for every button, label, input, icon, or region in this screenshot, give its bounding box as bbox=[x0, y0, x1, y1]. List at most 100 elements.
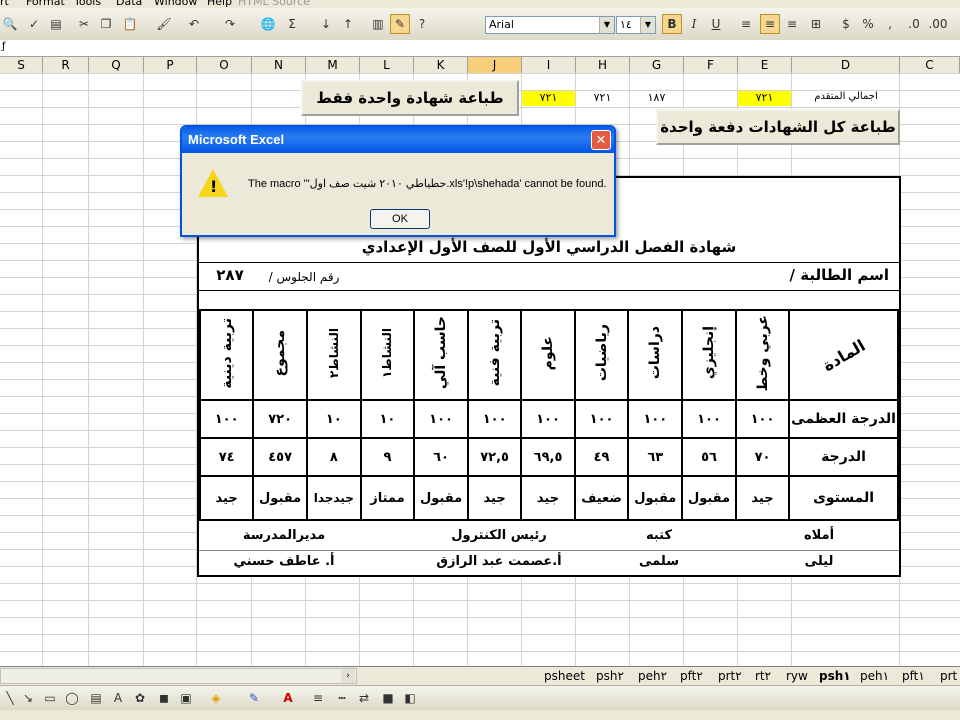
column-header[interactable]: C bbox=[900, 57, 960, 73]
sheet-tab[interactable]: pft١ bbox=[902, 669, 925, 683]
decrease-decimal-icon[interactable]: .00 bbox=[928, 14, 948, 34]
column-header[interactable]: H bbox=[576, 57, 630, 73]
underline-button[interactable]: U bbox=[706, 14, 726, 34]
format-painter-icon[interactable]: 🖌 bbox=[154, 14, 174, 34]
sort-ascending-icon[interactable]: ↓ bbox=[316, 14, 336, 34]
column-header[interactable]: K bbox=[414, 57, 468, 73]
diagram-icon[interactable]: ✿ bbox=[130, 688, 150, 708]
align-right-icon[interactable]: ≡ bbox=[782, 14, 802, 34]
ok-button[interactable]: OK bbox=[370, 209, 430, 229]
print-all-button[interactable]: طباعة كل الشهادات دفعة واحدة bbox=[656, 109, 900, 145]
sheet-tab[interactable]: psheet bbox=[544, 669, 585, 683]
oval-icon[interactable]: ◯ bbox=[62, 688, 82, 708]
menu-item-tools[interactable]: Tools bbox=[74, 0, 101, 8]
rectangle-icon[interactable]: ▭ bbox=[40, 688, 60, 708]
formula-bar[interactable]: ƒ bbox=[0, 40, 960, 57]
chevron-down-icon[interactable]: ▼ bbox=[599, 17, 614, 33]
menu-item-help[interactable]: Help bbox=[207, 0, 232, 8]
shadow-icon[interactable]: ■ bbox=[378, 688, 398, 708]
column-header[interactable]: S bbox=[0, 57, 43, 73]
help-icon[interactable]: ? bbox=[412, 14, 432, 34]
arrow-icon[interactable]: ↘ bbox=[18, 688, 38, 708]
column-header[interactable]: R bbox=[43, 57, 89, 73]
scroll-right-icon[interactable]: › bbox=[341, 669, 355, 683]
redo-icon[interactable]: ↷ bbox=[220, 14, 240, 34]
cell-value[interactable]: ٧٢١ bbox=[576, 91, 629, 104]
font-color-icon[interactable]: A bbox=[278, 688, 298, 708]
sheet-tab[interactable]: psh٢ bbox=[596, 669, 624, 683]
drawing-icon[interactable]: ✎ bbox=[390, 14, 410, 34]
copy-icon[interactable]: ❐ bbox=[96, 14, 116, 34]
picture-icon[interactable]: ▣ bbox=[176, 688, 196, 708]
dash-style-icon[interactable]: ┅ bbox=[332, 688, 352, 708]
sheet-tab[interactable]: peh٢ bbox=[638, 669, 667, 683]
bold-button[interactable]: B bbox=[662, 14, 682, 34]
cut-icon[interactable]: ✂ bbox=[74, 14, 94, 34]
menu-item-insert[interactable]: rt bbox=[0, 0, 9, 8]
column-header[interactable]: G bbox=[630, 57, 684, 73]
column-header[interactable]: M bbox=[306, 57, 360, 73]
wordart-icon[interactable]: A bbox=[108, 688, 128, 708]
sheet-tab[interactable]: ryw bbox=[786, 669, 808, 683]
column-header[interactable]: I bbox=[522, 57, 576, 73]
arrow-style-icon[interactable]: ⇄ bbox=[354, 688, 374, 708]
autosum-icon[interactable]: Σ bbox=[282, 14, 302, 34]
cell-value[interactable]: ١٨٧ bbox=[630, 91, 683, 104]
sheet-tab[interactable]: prt bbox=[940, 669, 957, 683]
column-header[interactable]: L bbox=[360, 57, 414, 73]
column-header[interactable]: N bbox=[252, 57, 306, 73]
sheet-tab[interactable]: pft٢ bbox=[680, 669, 703, 683]
sheet-tab[interactable]: rt٢ bbox=[755, 669, 771, 683]
marks-table: تربية دينية مجموع النشاط٢ النشاط١ حاسب آ… bbox=[198, 309, 899, 521]
font-name-select[interactable]: Arial ▼ bbox=[485, 16, 615, 34]
comma-button[interactable]: , bbox=[880, 14, 900, 34]
paste-icon[interactable]: 📋 bbox=[120, 14, 140, 34]
sheet-tab-active[interactable]: psh١ bbox=[819, 669, 851, 683]
sheet-tab[interactable]: peh١ bbox=[860, 669, 889, 683]
fill-color-icon[interactable]: ◈ bbox=[206, 688, 226, 708]
print-preview-icon[interactable]: 🔍 bbox=[0, 14, 20, 34]
subject-name: مجموع bbox=[272, 329, 289, 377]
print-one-button[interactable]: طباعة شهادة واحدة فقط bbox=[301, 80, 519, 116]
merge-center-icon[interactable]: ⊞ bbox=[806, 14, 826, 34]
increase-decimal-icon[interactable]: .0 bbox=[904, 14, 924, 34]
3d-icon[interactable]: ◧ bbox=[400, 688, 420, 708]
table-cell: جيد bbox=[734, 475, 791, 521]
research-icon[interactable]: ▤ bbox=[46, 14, 66, 34]
currency-icon[interactable]: $ bbox=[836, 14, 856, 34]
cell-value[interactable]: ٧٢١ bbox=[738, 91, 791, 106]
sort-descending-icon[interactable]: ↑ bbox=[338, 14, 358, 34]
column-header[interactable]: Q bbox=[89, 57, 144, 73]
menu-item-html-source[interactable]: HTML Source bbox=[238, 0, 310, 8]
spelling-icon[interactable]: ✓ bbox=[24, 14, 44, 34]
menu-item-data[interactable]: Data bbox=[116, 0, 142, 8]
line-color-icon[interactable]: ✎ bbox=[244, 688, 264, 708]
align-center-icon[interactable]: ≡ bbox=[760, 14, 780, 34]
table-cell: مقبول bbox=[627, 475, 684, 521]
menu-item-format[interactable]: Format bbox=[26, 0, 65, 8]
column-header[interactable]: E bbox=[738, 57, 792, 73]
column-header[interactable]: P bbox=[144, 57, 197, 73]
chart-wizard-icon[interactable]: ▥ bbox=[368, 14, 388, 34]
chevron-down-icon[interactable]: ▼ bbox=[640, 17, 655, 33]
column-header[interactable]: O bbox=[197, 57, 252, 73]
undo-icon[interactable]: ↶ bbox=[184, 14, 204, 34]
clipart-icon[interactable]: ◼ bbox=[154, 688, 174, 708]
cell-value[interactable]: ٧٢١ bbox=[522, 91, 575, 106]
close-icon[interactable]: ✕ bbox=[591, 130, 611, 150]
column-header[interactable]: F bbox=[684, 57, 738, 73]
sheet-tab[interactable]: prt٢ bbox=[718, 669, 742, 683]
italic-button[interactable]: I bbox=[684, 14, 704, 34]
horizontal-scrollbar[interactable]: › bbox=[0, 668, 357, 684]
column-header[interactable]: D bbox=[792, 57, 900, 73]
menu-item-window[interactable]: Window bbox=[154, 0, 197, 8]
cell-label[interactable]: اجمالي المتقدم bbox=[792, 91, 900, 102]
font-size-select[interactable]: ١٤ ▼ bbox=[616, 16, 656, 34]
line-style-icon[interactable]: ≡ bbox=[308, 688, 328, 708]
line-icon[interactable]: ╲ bbox=[0, 688, 20, 708]
percent-button[interactable]: % bbox=[858, 14, 878, 34]
align-left-icon[interactable]: ≡ bbox=[736, 14, 756, 34]
column-header[interactable]: J bbox=[468, 57, 522, 73]
hyperlink-icon[interactable]: 🌐 bbox=[258, 14, 278, 34]
textbox-icon[interactable]: ▤ bbox=[86, 688, 106, 708]
